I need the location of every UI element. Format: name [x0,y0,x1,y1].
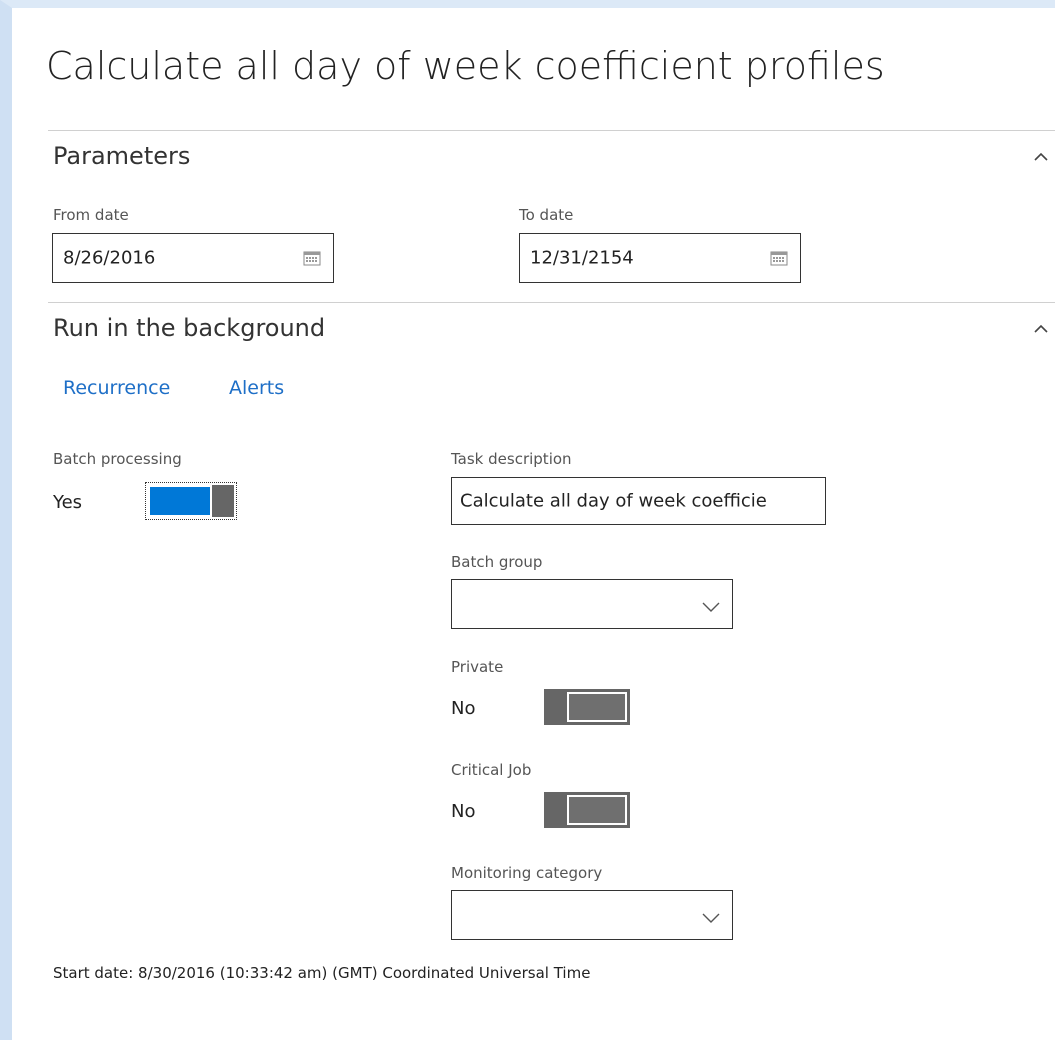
task-description-value: Calculate all day of week coefficie [460,490,767,512]
toggle-track [564,689,630,725]
to-date-value: 12/31/2154 [530,247,634,269]
toggle-thumb [544,689,564,725]
toggle-thumb [544,792,564,828]
page-title: Calculate all day of week coefficient pr… [46,44,885,88]
to-date-field[interactable]: 12/31/2154 [519,233,801,283]
from-date-value: 8/26/2016 [63,247,156,269]
chevron-up-icon[interactable] [1032,148,1050,166]
batch-group-label: Batch group [451,553,543,571]
from-date-field[interactable]: 8/26/2016 [52,233,334,283]
toggle-track [564,792,630,828]
private-state: No [451,698,476,719]
task-description-label: Task description [451,450,572,468]
batch-processing-state: Yes [53,492,83,513]
recurrence-link[interactable]: Recurrence [63,377,170,399]
task-description-input[interactable]: Calculate all day of week coefficie [451,477,826,525]
toggle-track [148,485,212,517]
monitoring-category-label: Monitoring category [451,864,603,882]
batch-processing-label: Batch processing [53,450,182,468]
private-toggle[interactable] [544,689,630,725]
chevron-up-icon[interactable] [1032,320,1050,338]
divider [48,302,1055,303]
parameters-section-title[interactable]: Parameters [53,142,190,170]
dialog-frame: Calculate all day of week coefficient pr… [0,0,1055,1040]
calendar-icon[interactable] [770,250,788,266]
from-date-label: From date [53,206,129,224]
batch-group-select[interactable] [451,579,733,629]
calendar-icon[interactable] [303,250,321,266]
critical-job-state: No [451,801,476,822]
chevron-down-icon[interactable] [702,909,720,923]
private-label: Private [451,658,504,676]
toggle-thumb [212,485,234,517]
critical-job-toggle[interactable] [544,792,630,828]
background-section-title[interactable]: Run in the background [53,314,325,342]
critical-job-label: Critical Job [451,761,532,779]
divider [48,130,1055,131]
alerts-link[interactable]: Alerts [229,377,284,399]
monitoring-category-select[interactable] [451,890,733,940]
chevron-down-icon[interactable] [702,598,720,612]
to-date-label: To date [519,206,574,224]
start-date-text: Start date: 8/30/2016 (10:33:42 am) (GMT… [53,964,591,982]
batch-processing-toggle[interactable] [145,482,237,520]
